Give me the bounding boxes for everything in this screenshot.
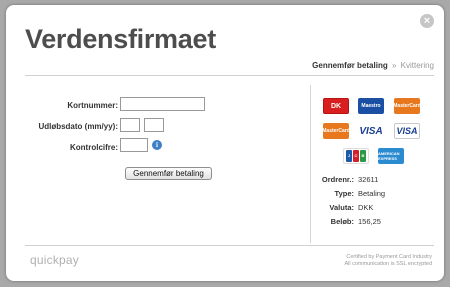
order-key: Ordrenr.:	[321, 175, 354, 184]
card-number-label: Kortnummer:	[67, 101, 118, 110]
quickpay-logo: quickpay	[30, 253, 79, 267]
expiry-label: Udløbsdato (mm/yy):	[38, 122, 118, 131]
dankort-icon: DK	[323, 98, 349, 114]
order-value: Betaling	[358, 189, 386, 198]
order-value: DKK	[358, 203, 374, 212]
mastercard-icon: MasterCard	[394, 98, 420, 114]
jcb-letter: J	[346, 150, 352, 162]
visa-icon: VISA	[358, 123, 384, 139]
breadcrumb: Gennemfør betaling » Kvittering	[312, 61, 434, 70]
amex-icon: AMERICAN EXPRESS	[378, 148, 404, 164]
visa-electron-icon: VISA	[394, 123, 420, 139]
info-icon[interactable]: i	[152, 140, 162, 150]
expiry-month-input[interactable]	[120, 118, 140, 132]
maestro-icon: Maestro	[358, 98, 384, 114]
order-key: Valuta:	[329, 203, 354, 212]
security-note-line: Certified by Payment Card Industry	[346, 254, 432, 260]
step-next: Kvittering	[400, 61, 434, 70]
payment-dialog: × Verdensfirmaet Gennemfør betaling » Kv…	[6, 5, 444, 281]
jcb-letter: C	[353, 150, 359, 162]
divider-vertical	[310, 85, 311, 243]
expiry-year-input[interactable]	[144, 118, 164, 132]
step-current: Gennemfør betaling	[312, 61, 388, 70]
security-note-line: All communication is SSL encrypted	[344, 261, 432, 267]
cvc-label: Kontrolcifre:	[70, 143, 118, 152]
security-note: Certified by Payment Card Industry All c…	[344, 254, 432, 268]
submit-payment-button[interactable]: Gennemfør betaling	[125, 167, 212, 180]
mastercard-debit-icon: MasterCard	[323, 123, 349, 139]
order-value: 156,25	[358, 217, 381, 226]
merchant-title: Verdensfirmaet	[25, 24, 216, 54]
order-key: Type:	[334, 189, 354, 198]
jcb-letter: B	[360, 150, 366, 162]
step-separator: »	[391, 61, 397, 70]
close-icon[interactable]: ×	[420, 14, 434, 28]
jcb-icon: J C B	[343, 148, 369, 164]
order-key: Beløb:	[330, 217, 354, 226]
divider	[25, 75, 434, 76]
divider	[25, 245, 434, 246]
order-value: 32611	[358, 175, 379, 184]
card-number-input[interactable]	[120, 97, 205, 111]
cvc-input[interactable]	[120, 138, 148, 152]
